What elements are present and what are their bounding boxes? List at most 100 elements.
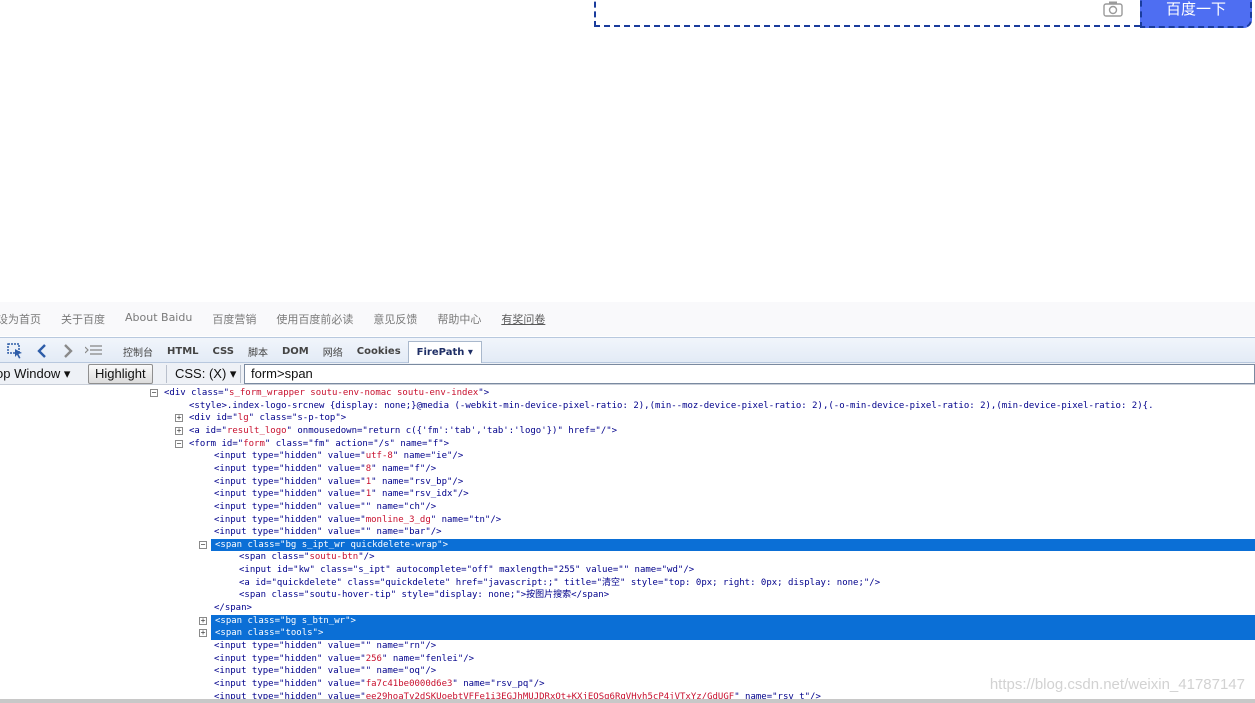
camera-icon[interactable] [1102,0,1124,18]
search-button[interactable]: 百度一下 [1140,0,1252,28]
attr-value: s_form_wrapper soutu-env-nomac soutu-env… [229,388,479,398]
tree-node[interactable]: <input type="hidden" value="1" name="rsv… [214,476,463,489]
tree-node[interactable]: <a id="quickdelete" class="quickdelete" … [239,577,880,590]
footer-link-help[interactable]: 帮助中心 [437,311,481,327]
expand-icon[interactable]: + [199,616,207,625]
tab-script[interactable]: 脚本 [241,344,275,359]
console-list-icon[interactable] [84,342,104,360]
tag-text: <span class=" [215,628,286,639]
tab-cookies[interactable]: Cookies [350,346,408,357]
tree-node[interactable]: <div class="s_form_wrapper soutu-env-nom… [164,387,489,400]
forward-icon[interactable] [58,342,78,360]
tree-node[interactable]: <style>.index-logo-srcnew {display: none… [189,400,1154,413]
tree-node[interactable]: <input type="hidden" value="1" name="rsv… [214,488,469,501]
html-tree: <div class="s_form_wrapper soutu-env-nom… [0,385,1255,703]
toolbar-divider [240,365,241,383]
collapse-icon[interactable]: − [175,439,183,448]
tab-html[interactable]: HTML [160,346,206,357]
devtools-toolbar: 控制台 HTML CSS 脚本 DOM 网络 Cookies FirePath … [0,337,1255,364]
tag-end: " name="oq"/> [365,666,437,677]
tag-end: "> [478,388,490,398]
tag-text: <a id=" [189,425,227,436]
tag-text: <input type="hidden" value=" [214,463,366,474]
attr-value: monline_3_dg [365,514,431,525]
footer-link-terms[interactable]: 使用百度前必读 [276,311,353,327]
attr-value: utf-8 [365,451,393,462]
search-input[interactable] [594,0,1140,27]
tree-node[interactable]: <input id="kw" class="s_ipt" autocomplet… [239,564,694,577]
tag-end: "> [345,615,356,626]
tree-node[interactable]: <input type="hidden" value="256" name="f… [214,653,474,666]
window-select[interactable]: op Window ▾ [0,366,70,382]
tag-text: <input type="hidden" value=" [214,527,366,538]
tree-node[interactable]: <div id="lg" class="s-p-top"> [189,412,346,425]
tag-end: " name="ch"/> [365,501,437,512]
attr-value: soutu-btn [309,552,359,563]
tag-text: <style>.index-logo-srcnew {display: none… [189,400,1154,411]
tree-node[interactable]: <input type="hidden" value="" name="ch"/… [214,501,436,514]
footer-link-marketing[interactable]: 百度营销 [212,311,256,327]
tag-text: <input type="hidden" value=" [214,476,366,487]
collapse-icon[interactable]: − [199,540,207,549]
footer-link-survey[interactable]: 有奖问卷 [501,311,545,327]
footer-links: 设为首页 关于百度 About Baidu 百度营销 使用百度前必读 意见反馈 … [0,311,565,327]
tag-text: <input type="hidden" value=" [214,666,366,677]
tab-dom[interactable]: DOM [275,346,316,357]
highlight-button[interactable]: Highlight [88,364,153,384]
tag-text: <span class=" [215,615,286,626]
tag-end: " name="rsv_idx"/> [371,489,469,500]
tree-node[interactable]: </span> [214,602,252,615]
footer-link-about-baidu[interactable]: About Baidu [125,311,192,327]
tag-end: " name="ie"/> [392,451,464,462]
tree-node[interactable]: <input type="hidden" value="fa7c41be0000… [214,678,545,691]
tree-node[interactable]: <input type="hidden" value="" name="oq"/… [214,665,436,678]
footer-link-feedback[interactable]: 意见反馈 [373,311,417,327]
tag-text: <input type="hidden" value=" [214,451,366,462]
tree-node[interactable]: <span class="bg s_ipt_wr quickdelete-wra… [211,538,1255,552]
attr-value: fa7c41be0000d6e3 [365,678,453,689]
tree-node[interactable]: <span class="tools"> [211,627,1255,640]
tag-text: <input type="hidden" value=" [214,641,366,651]
tag-text: <div id=" [189,413,238,424]
tag-text: <input type="hidden" value=" [214,653,366,664]
back-icon[interactable] [32,342,52,360]
tab-console[interactable]: 控制台 [116,344,160,359]
tree-node[interactable]: <input type="hidden" value="" name="rn"/… [214,640,436,653]
tab-firepath[interactable]: FirePath ▾ [407,341,482,364]
tag-end: " class="fm" action="/s" name="f"> [264,438,450,449]
tag-text: </span> [214,603,252,614]
footer-link-set-home[interactable]: 设为首页 [0,311,41,327]
tree-node[interactable]: <form id="form" class="fm" action="/s" n… [189,438,449,451]
tag-text: <input type="hidden" value=" [214,514,366,525]
tab-net[interactable]: 网络 [316,344,350,359]
tag-text: <input type="hidden" value=" [214,489,366,500]
expand-icon[interactable]: + [199,629,207,638]
attr-value: bg s_btn_wr [285,615,346,626]
collapse-icon[interactable]: − [150,389,158,397]
tag-end: " class="s-p-top"> [248,413,347,424]
footer-link-about[interactable]: 关于百度 [61,311,105,327]
toolbar-divider [166,365,167,383]
css-select[interactable]: CSS: (X) ▾ [175,366,236,382]
tree-node[interactable]: <a id="result_logo" onmousedown="return … [189,425,617,438]
tree-node[interactable]: <input type="hidden" value="" name="bar"… [214,526,442,539]
tree-node[interactable]: <span class="soutu-hover-tip" style="dis… [239,589,609,602]
tree-node[interactable]: <input type="hidden" value="monline_3_dg… [214,514,501,527]
attr-value: form [243,438,265,449]
tag-text: <span class=" [239,552,310,563]
attr-value: bg s_ipt_wr quickdelete-wrap [285,539,438,550]
tab-css[interactable]: CSS [206,346,241,357]
inspect-icon[interactable] [6,342,26,360]
tag-text: <form id=" [189,438,244,449]
tree-node[interactable]: <span class="bg s_btn_wr"> [211,614,1255,628]
expand-icon[interactable]: + [175,414,183,423]
tree-node[interactable]: <input type="hidden" value="8" name="f"/… [214,463,436,476]
selector-input[interactable]: form>span [244,364,1255,384]
tree-node[interactable]: <input type="hidden" value="utf-8" name=… [214,450,463,463]
tree-node[interactable]: <span class="soutu-btn"/> [239,551,375,564]
expand-icon[interactable]: + [175,426,183,435]
tag-end: "/> [358,552,375,563]
tag-text: <input type="hidden" value=" [214,501,366,512]
attr-value: tools [285,628,313,639]
tag-end: "> [437,539,449,550]
